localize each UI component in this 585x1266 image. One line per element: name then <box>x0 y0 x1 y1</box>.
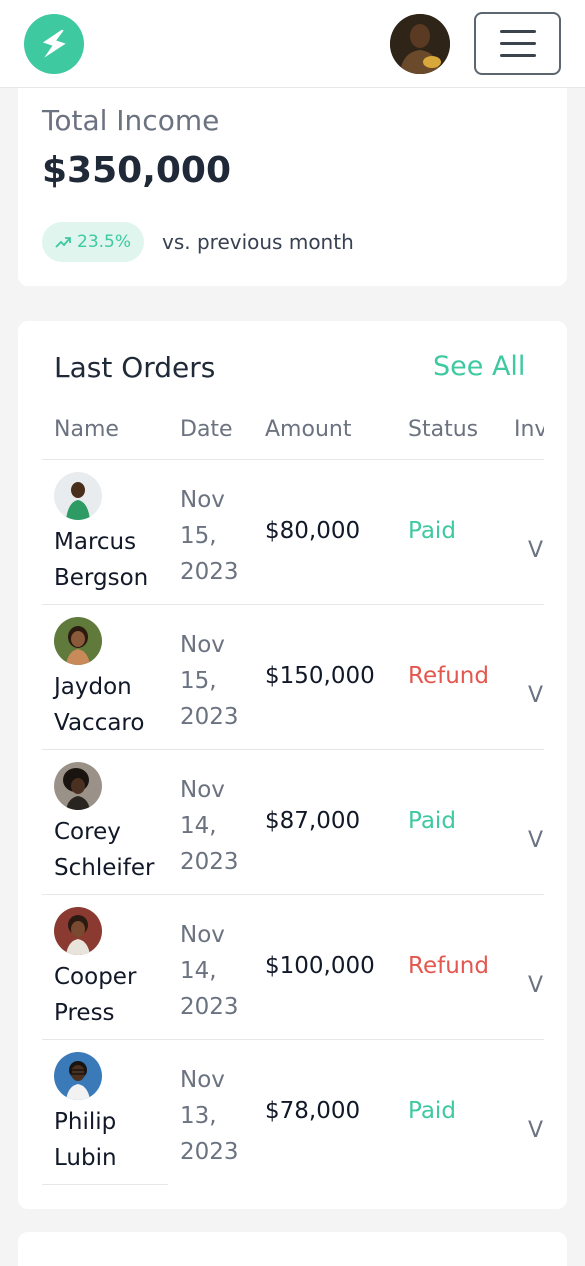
customer-avatar <box>54 1052 102 1100</box>
orders-table: Name Date Amount Status Inv Marcus Bergs… <box>42 407 544 1197</box>
column-header-status[interactable]: Status <box>408 417 478 442</box>
order-status: Refund <box>408 953 489 979</box>
column-header-name[interactable]: Name <box>54 417 119 442</box>
table-row[interactable]: Corey Schleifer Nov 14, 2023 $87,000 Pai… <box>42 750 544 895</box>
row-divider <box>42 1184 168 1185</box>
trend-up-icon <box>55 237 71 248</box>
next-card <box>18 1232 567 1266</box>
column-header-invoice[interactable]: Inv <box>514 417 544 442</box>
customer-name: Marcus Bergson <box>54 529 149 591</box>
customer-name: Philip Lubin <box>54 1109 117 1171</box>
customer-name: Corey Schleifer <box>54 819 155 881</box>
invoice-link[interactable]: V <box>528 683 543 708</box>
invoice-link[interactable]: V <box>528 1118 543 1143</box>
order-status: Paid <box>408 808 456 834</box>
order-amount: $100,000 <box>265 953 375 979</box>
income-comparison: vs. previous month <box>162 230 354 254</box>
user-avatar-image <box>390 14 450 74</box>
order-date: Nov 14, 2023 <box>180 922 239 1020</box>
invoice-link[interactable]: V <box>528 538 543 563</box>
order-date: Nov 14, 2023 <box>180 777 239 875</box>
customer-avatar <box>54 762 102 810</box>
order-date: Nov 13, 2023 <box>180 1067 239 1165</box>
order-amount: $80,000 <box>265 518 361 544</box>
order-amount: $78,000 <box>265 1098 361 1124</box>
customer-avatar <box>54 907 102 955</box>
see-all-link[interactable]: See All <box>433 351 525 382</box>
order-amount: $87,000 <box>265 808 361 834</box>
invoice-link[interactable]: V <box>528 973 543 998</box>
user-avatar[interactable] <box>390 14 450 74</box>
income-title: Total Income <box>42 104 220 137</box>
table-row[interactable]: Philip Lubin Nov 13, 2023 $78,000 Paid V <box>42 1040 544 1185</box>
customer-name: Cooper Press <box>54 964 137 1026</box>
order-status: Paid <box>408 518 456 544</box>
hamburger-menu-icon <box>499 30 536 33</box>
table-row[interactable]: Marcus Bergson Nov 15, 2023 $80,000 Paid… <box>42 460 544 605</box>
table-row[interactable]: Jaydon Vaccaro Nov 15, 2023 $150,000 Ref… <box>42 605 544 750</box>
income-change-value: 23.5% <box>77 232 132 252</box>
orders-title: Last Orders <box>54 351 216 384</box>
order-date: Nov 15, 2023 <box>180 487 239 585</box>
customer-avatar <box>54 472 102 520</box>
income-value: $350,000 <box>42 150 232 191</box>
top-header <box>0 0 585 88</box>
app-logo[interactable] <box>24 14 84 74</box>
table-row[interactable]: Cooper Press Nov 14, 2023 $100,000 Refun… <box>42 895 544 1040</box>
order-status: Paid <box>408 1098 456 1124</box>
hamburger-line <box>499 54 536 57</box>
order-date: Nov 15, 2023 <box>180 632 239 730</box>
hamburger-line <box>499 42 536 45</box>
lightning-bolt-icon <box>42 29 66 58</box>
customer-name: Jaydon Vaccaro <box>54 674 145 736</box>
invoice-link[interactable]: V <box>528 828 543 853</box>
order-status: Refund <box>408 663 489 689</box>
column-header-amount[interactable]: Amount <box>265 417 351 442</box>
column-header-date[interactable]: Date <box>180 417 233 442</box>
customer-avatar <box>54 617 102 665</box>
last-orders-card: Last Orders See All Name Date Amount Sta… <box>18 321 567 1209</box>
menu-button[interactable] <box>474 12 561 75</box>
order-amount: $150,000 <box>265 663 375 689</box>
income-change-badge: 23.5% <box>42 222 145 262</box>
